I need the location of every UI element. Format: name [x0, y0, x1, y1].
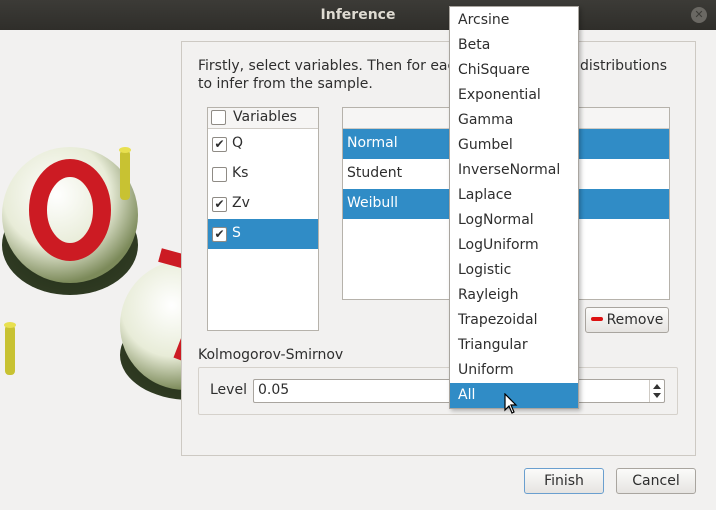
finish-button[interactable]: Finish [524, 468, 604, 494]
close-icon[interactable]: ✕ [691, 7, 707, 23]
dropdown-item[interactable]: LogUniform [450, 233, 578, 258]
dropdown-item[interactable]: Beta [450, 33, 578, 58]
distribution-label: Student [347, 165, 403, 181]
spin-down-icon[interactable] [653, 393, 661, 398]
dropdown-item-label: LogUniform [458, 237, 539, 253]
variable-row-ks[interactable]: Ks [208, 159, 318, 189]
level-label: Level [210, 382, 247, 398]
dropdown-item[interactable]: Uniform [450, 358, 578, 383]
spin-buttons[interactable] [649, 380, 664, 402]
dropdown-item[interactable]: Laplace [450, 183, 578, 208]
distribution-label: Weibull [347, 195, 399, 211]
variables-header[interactable]: Variables [208, 108, 318, 129]
window-title: Inference [320, 7, 396, 23]
dropdown-item-label: Gumbel [458, 137, 513, 153]
spin-up-icon[interactable] [653, 384, 661, 389]
instructions-text: Firstly, select variables. Then for each… [198, 58, 668, 92]
remove-button-label: Remove [606, 312, 664, 328]
dropdown-item[interactable]: InverseNormal [450, 158, 578, 183]
dropdown-item-label: Gamma [458, 112, 514, 128]
ks-group-title: Kolmogorov-Smirnov [198, 347, 344, 363]
dropdown-item[interactable]: ChiSquare [450, 58, 578, 83]
dropdown-item-label: Rayleigh [458, 287, 519, 303]
distribution-dropdown-menu[interactable]: Arcsine Beta ChiSquare Exponential Gamma… [449, 6, 579, 409]
variable-checkbox[interactable]: ✔ [212, 137, 227, 152]
dropdown-item-label: Trapezoidal [458, 312, 538, 328]
variables-header-label: Variables [233, 109, 297, 125]
dropdown-item[interactable]: Arcsine [450, 8, 578, 33]
variable-label: S [232, 225, 241, 241]
pointer-cursor-icon [504, 393, 518, 414]
dropdown-item-label: Arcsine [458, 12, 510, 28]
dropdown-item[interactable]: Logistic [450, 258, 578, 283]
dropdown-item[interactable]: Gamma [450, 108, 578, 133]
dropdown-item[interactable]: Rayleigh [450, 283, 578, 308]
dropdown-item[interactable]: Trapezoidal [450, 308, 578, 333]
dropdown-item[interactable]: Triangular [450, 333, 578, 358]
variable-row-zv[interactable]: ✔ Zv [208, 189, 318, 219]
dropdown-item-label: Beta [458, 37, 491, 53]
dropdown-item[interactable]: Exponential [450, 83, 578, 108]
variable-row-q[interactable]: ✔ Q [208, 129, 318, 159]
dropdown-item-label: LogNormal [458, 212, 534, 228]
level-value: 0.05 [258, 382, 290, 398]
title-bar: Inference ✕ [0, 0, 716, 30]
variable-row-s[interactable]: ✔ S [208, 219, 318, 249]
dropdown-item-label: Laplace [458, 187, 513, 203]
variable-checkbox[interactable] [212, 167, 227, 182]
dropdown-item-label: InverseNormal [458, 162, 561, 178]
dropdown-item-label: Exponential [458, 87, 541, 103]
dropdown-item-label: Triangular [458, 337, 528, 353]
dropdown-item-label: ChiSquare [458, 62, 530, 78]
variable-label: Q [232, 135, 244, 151]
variable-checkbox[interactable]: ✔ [212, 227, 227, 242]
minus-icon [590, 317, 603, 321]
remove-button[interactable]: Remove [585, 307, 669, 333]
dropdown-item-label: All [458, 387, 476, 403]
dropdown-item-label: Uniform [458, 362, 514, 378]
variable-label: Zv [232, 195, 250, 211]
dropdown-item[interactable]: Gumbel [450, 133, 578, 158]
variables-list[interactable]: Variables ✔ Q Ks ✔ Zv ✔ S [207, 107, 319, 331]
variable-label: Ks [232, 165, 249, 181]
cancel-button[interactable]: Cancel [616, 468, 696, 494]
dropdown-item-label: Logistic [458, 262, 512, 278]
dropdown-item[interactable]: LogNormal [450, 208, 578, 233]
select-all-checkbox[interactable] [211, 110, 226, 125]
variable-checkbox[interactable]: ✔ [212, 197, 227, 212]
distribution-label: Normal [347, 135, 398, 151]
